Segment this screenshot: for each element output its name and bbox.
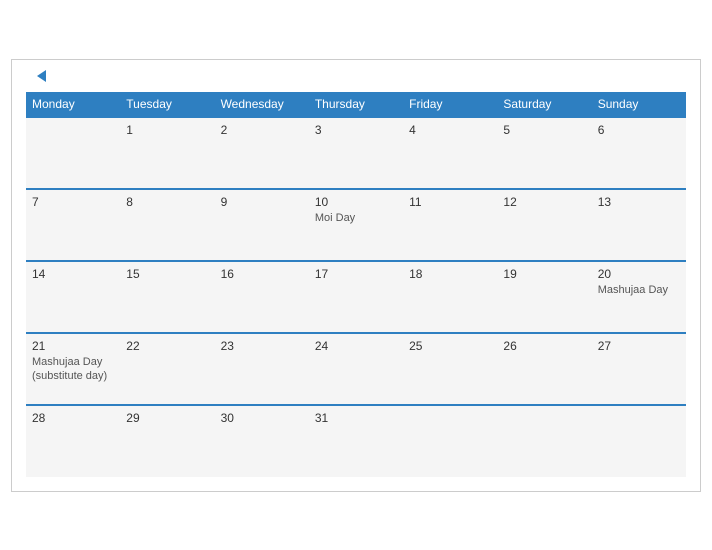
calendar-day-cell: 20 Mashujaa Day bbox=[592, 261, 686, 333]
day-number: 2 bbox=[221, 123, 303, 137]
day-of-week-header: Sunday bbox=[592, 92, 686, 117]
calendar-day-cell: 2 bbox=[215, 117, 309, 189]
calendar-day-cell: 13 bbox=[592, 189, 686, 261]
calendar-day-cell: 1 bbox=[120, 117, 214, 189]
day-number: 1 bbox=[126, 123, 208, 137]
calendar-day-cell: 25 bbox=[403, 333, 497, 405]
calendar-day-cell: 23 bbox=[215, 333, 309, 405]
day-of-week-header: Monday bbox=[26, 92, 120, 117]
day-event: Mashujaa Day (substitute day) bbox=[32, 355, 114, 384]
calendar-week-row: 123456 bbox=[26, 117, 686, 189]
calendar-day-cell: 14 bbox=[26, 261, 120, 333]
calendar-day-cell: 16 bbox=[215, 261, 309, 333]
day-number: 13 bbox=[598, 195, 680, 209]
day-number: 12 bbox=[503, 195, 585, 209]
calendar-week-row: 28 29 30 31 bbox=[26, 405, 686, 477]
day-number: 30 bbox=[221, 411, 303, 425]
day-number: 24 bbox=[315, 339, 397, 353]
day-number: 11 bbox=[409, 195, 491, 209]
calendar-week-row: 14 15 16 17 18 19 20 Mashujaa Day bbox=[26, 261, 686, 333]
calendar-day-cell: 10 Moi Day bbox=[309, 189, 403, 261]
day-number: 8 bbox=[126, 195, 208, 209]
day-number: 6 bbox=[598, 123, 680, 137]
calendar-container: MondayTuesdayWednesdayThursdayFridaySatu… bbox=[11, 59, 701, 492]
calendar-day-cell: 30 bbox=[215, 405, 309, 477]
day-number: 15 bbox=[126, 267, 208, 281]
day-number: 23 bbox=[221, 339, 303, 353]
calendar-day-cell: 19 bbox=[497, 261, 591, 333]
day-number: 26 bbox=[503, 339, 585, 353]
calendar-day-cell: 4 bbox=[403, 117, 497, 189]
day-number: 29 bbox=[126, 411, 208, 425]
calendar-day-cell: 18 bbox=[403, 261, 497, 333]
day-number: 19 bbox=[503, 267, 585, 281]
calendar-day-cell: 26 bbox=[497, 333, 591, 405]
calendar-day-cell: 7 bbox=[26, 189, 120, 261]
calendar-day-cell bbox=[403, 405, 497, 477]
day-number: 28 bbox=[32, 411, 114, 425]
day-of-week-header: Wednesday bbox=[215, 92, 309, 117]
calendar-day-cell bbox=[497, 405, 591, 477]
calendar-day-cell: 28 bbox=[26, 405, 120, 477]
calendar-day-cell: 15 bbox=[120, 261, 214, 333]
day-number: 21 bbox=[32, 339, 114, 353]
logo bbox=[26, 70, 46, 82]
calendar-day-cell: 21 Mashujaa Day (substitute day) bbox=[26, 333, 120, 405]
day-event: Moi Day bbox=[315, 211, 397, 225]
calendar-grid: MondayTuesdayWednesdayThursdayFridaySatu… bbox=[26, 92, 686, 477]
day-event: Mashujaa Day bbox=[598, 283, 680, 297]
day-of-week-header: Tuesday bbox=[120, 92, 214, 117]
day-number: 17 bbox=[315, 267, 397, 281]
day-number: 10 bbox=[315, 195, 397, 209]
calendar-day-cell: 29 bbox=[120, 405, 214, 477]
calendar-day-cell: 6 bbox=[592, 117, 686, 189]
days-header-row: MondayTuesdayWednesdayThursdayFridaySatu… bbox=[26, 92, 686, 117]
day-number: 9 bbox=[221, 195, 303, 209]
day-number: 5 bbox=[503, 123, 585, 137]
calendar-day-cell: 12 bbox=[497, 189, 591, 261]
calendar-day-cell: 11 bbox=[403, 189, 497, 261]
calendar-day-cell bbox=[592, 405, 686, 477]
calendar-header bbox=[26, 70, 686, 82]
day-number: 27 bbox=[598, 339, 680, 353]
day-number: 22 bbox=[126, 339, 208, 353]
day-number: 20 bbox=[598, 267, 680, 281]
day-of-week-header: Saturday bbox=[497, 92, 591, 117]
day-number: 14 bbox=[32, 267, 114, 281]
calendar-day-cell: 8 bbox=[120, 189, 214, 261]
calendar-day-cell: 31 bbox=[309, 405, 403, 477]
day-number: 7 bbox=[32, 195, 114, 209]
calendar-day-cell: 22 bbox=[120, 333, 214, 405]
logo-flag-icon bbox=[28, 70, 46, 82]
calendar-day-cell: 17 bbox=[309, 261, 403, 333]
calendar-week-row: 21 Mashujaa Day (substitute day) 22 23 24 25 2… bbox=[26, 333, 686, 405]
calendar-day-cell: 9 bbox=[215, 189, 309, 261]
calendar-day-cell: 27 bbox=[592, 333, 686, 405]
day-of-week-header: Thursday bbox=[309, 92, 403, 117]
calendar-day-cell: 24 bbox=[309, 333, 403, 405]
calendar-week-row: 789 10 Moi Day 11 12 13 bbox=[26, 189, 686, 261]
day-number: 16 bbox=[221, 267, 303, 281]
day-number: 31 bbox=[315, 411, 397, 425]
day-of-week-header: Friday bbox=[403, 92, 497, 117]
day-number: 18 bbox=[409, 267, 491, 281]
calendar-day-cell: 3 bbox=[309, 117, 403, 189]
calendar-day-cell bbox=[26, 117, 120, 189]
day-number: 25 bbox=[409, 339, 491, 353]
day-number: 3 bbox=[315, 123, 397, 137]
day-number: 4 bbox=[409, 123, 491, 137]
calendar-day-cell: 5 bbox=[497, 117, 591, 189]
